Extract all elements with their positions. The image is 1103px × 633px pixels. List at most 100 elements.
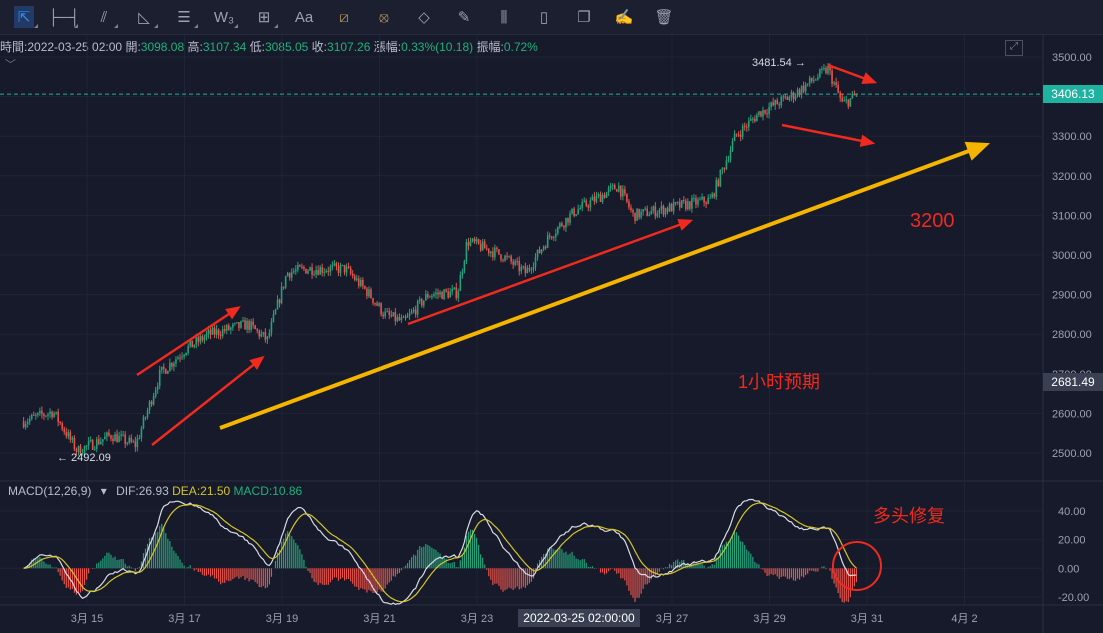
candle (95, 439, 98, 449)
candle (660, 205, 663, 210)
dea-line (23, 502, 857, 603)
magnet-tool[interactable]: ⧄ (324, 2, 364, 32)
measure-tool[interactable]: ◇ (404, 2, 444, 32)
candle (534, 257, 537, 267)
candle (640, 211, 642, 218)
candles-tool[interactable]: ⫼ (484, 2, 524, 32)
candle (699, 199, 701, 201)
candle (743, 125, 746, 127)
brush-icon: ✎ (457, 9, 471, 26)
candle (349, 267, 352, 274)
candle (500, 254, 502, 260)
candle (599, 194, 602, 202)
candle (447, 291, 449, 298)
candle (150, 401, 153, 405)
candle (735, 133, 738, 135)
candle (404, 316, 407, 318)
candle (638, 208, 640, 218)
candle (776, 100, 779, 105)
brush-tool[interactable]: ✎ (444, 2, 484, 32)
candle (843, 100, 846, 102)
candle (792, 92, 795, 100)
candle (185, 352, 187, 355)
date-tick: 3月 27 (656, 613, 688, 625)
candle (798, 89, 801, 95)
candle (593, 196, 596, 202)
macd-tick: 40.00 (1058, 506, 1086, 518)
trend-line-tool[interactable]: ⫽ (84, 2, 124, 32)
candle (557, 226, 559, 234)
macd-info: MACD(12,26,9) ▾ DIF:26.93 DEA:21.50 MACD… (8, 484, 303, 498)
fib-tool[interactable]: ◺ (124, 2, 164, 32)
wave-tool[interactable]: W₃ (204, 2, 244, 32)
candle (345, 266, 348, 273)
candle (85, 445, 88, 447)
candle (496, 247, 498, 250)
candle (268, 333, 271, 337)
candle (329, 266, 332, 272)
candle (778, 104, 781, 106)
candle (337, 266, 340, 273)
candle (772, 102, 774, 106)
candle (823, 67, 825, 69)
candle (441, 292, 443, 299)
chart-canvas[interactable]: 3500.003400.003300.003200.003100.003000.… (0, 35, 1103, 633)
notes-tool[interactable]: ✍ (604, 2, 644, 32)
delete-tool[interactable]: 🗑 (644, 2, 684, 32)
candle (173, 363, 175, 367)
candle (520, 267, 523, 272)
candle (205, 333, 208, 338)
candle (733, 133, 736, 142)
candle (731, 141, 734, 151)
candle (118, 436, 120, 443)
candle (140, 428, 143, 438)
candle (313, 274, 315, 276)
lock-tool[interactable]: ⦻ (364, 2, 404, 32)
candle (790, 92, 793, 98)
candle (134, 441, 137, 448)
candle (286, 272, 289, 277)
candle (244, 320, 246, 330)
candle (128, 437, 131, 443)
candle (227, 325, 230, 330)
candle (622, 189, 624, 197)
candle (435, 292, 437, 295)
candle (252, 321, 254, 326)
single-candle-tool[interactable]: ▯ (524, 2, 564, 32)
candle (721, 168, 724, 170)
candle (301, 266, 303, 268)
candle (270, 321, 273, 334)
candle (171, 363, 173, 367)
candle (260, 333, 263, 337)
candle (193, 344, 196, 348)
candle (532, 266, 535, 270)
candle (102, 439, 104, 442)
candle (617, 185, 620, 192)
cursor-tool[interactable]: ⇱ (4, 2, 44, 32)
parallel-lines-tool[interactable]: ☰ (164, 2, 204, 32)
candle (605, 192, 608, 198)
date-tick: 3月 17 (168, 613, 200, 625)
annotation-circle (832, 541, 882, 591)
candle (451, 289, 454, 292)
candle (299, 265, 301, 267)
candle (429, 296, 431, 298)
rectangle-tool[interactable]: ⊞ (244, 2, 284, 32)
candle (664, 208, 667, 215)
candle (351, 273, 354, 277)
copy-tool[interactable]: ❐ (564, 2, 604, 32)
text-tool[interactable]: Aa (284, 2, 324, 32)
candle (538, 249, 541, 254)
candle (695, 198, 697, 205)
horizontal-line-tool[interactable]: ├─┤ (44, 2, 84, 32)
candle (341, 264, 344, 266)
candle (788, 97, 791, 100)
candle (831, 70, 833, 84)
candle (122, 434, 124, 436)
macd-dropdown-icon[interactable]: ▾ (101, 484, 107, 498)
fullscreen-icon[interactable]: ⤢ (1005, 40, 1023, 56)
candle (238, 322, 240, 328)
candle (126, 442, 129, 444)
candle (425, 294, 427, 301)
candle (762, 109, 764, 117)
